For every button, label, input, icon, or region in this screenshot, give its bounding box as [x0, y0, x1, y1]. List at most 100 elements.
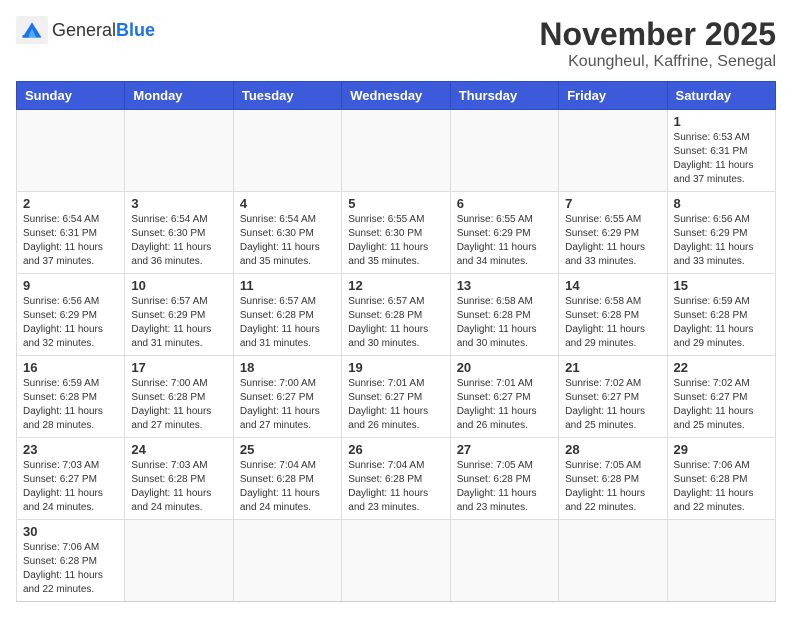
- calendar-cell: 11 Sunrise: 6:57 AM Sunset: 6:28 PM Dayli…: [233, 274, 341, 356]
- day-info: Sunrise: 6:54 AM Sunset: 6:31 PM Dayligh…: [23, 213, 118, 269]
- weekday-header-monday: Monday: [125, 82, 233, 110]
- calendar-cell: 2 Sunrise: 6:54 AM Sunset: 6:31 PM Daylig…: [17, 192, 125, 274]
- calendar-cell: 1 Sunrise: 6:53 AM Sunset: 6:31 PM Daylig…: [667, 110, 775, 192]
- calendar-cell: 18 Sunrise: 7:00 AM Sunset: 6:27 PM Dayli…: [233, 356, 341, 438]
- day-number: 16: [23, 360, 118, 375]
- day-number: 10: [131, 278, 226, 293]
- calendar-cell: 6 Sunrise: 6:55 AM Sunset: 6:29 PM Daylig…: [450, 192, 558, 274]
- calendar-cell: [559, 520, 667, 602]
- day-info: Sunrise: 6:56 AM Sunset: 6:29 PM Dayligh…: [674, 213, 769, 269]
- day-number: 14: [565, 278, 660, 293]
- page-header: GeneralBlue November 2025 Koungheul, Kaf…: [16, 16, 776, 71]
- calendar-cell: [559, 110, 667, 192]
- calendar-cell: 8 Sunrise: 6:56 AM Sunset: 6:29 PM Daylig…: [667, 192, 775, 274]
- calendar-cell: 12 Sunrise: 6:57 AM Sunset: 6:28 PM Dayli…: [342, 274, 450, 356]
- calendar-cell: [342, 110, 450, 192]
- day-info: Sunrise: 7:05 AM Sunset: 6:28 PM Dayligh…: [565, 459, 660, 515]
- day-number: 12: [348, 278, 443, 293]
- calendar-cell: 15 Sunrise: 6:59 AM Sunset: 6:28 PM Dayli…: [667, 274, 775, 356]
- day-info: Sunrise: 6:59 AM Sunset: 6:28 PM Dayligh…: [674, 295, 769, 351]
- day-number: 26: [348, 442, 443, 457]
- calendar-cell: 17 Sunrise: 7:00 AM Sunset: 6:28 PM Dayli…: [125, 356, 233, 438]
- calendar-cell: 9 Sunrise: 6:56 AM Sunset: 6:29 PM Daylig…: [17, 274, 125, 356]
- calendar-cell: 20Sunrise: 7:01 AM Sunset: 6:27 PM Dayli…: [450, 356, 558, 438]
- calendar-cell: 16 Sunrise: 6:59 AM Sunset: 6:28 PM Dayli…: [17, 356, 125, 438]
- calendar-cell: 13 Sunrise: 6:58 AM Sunset: 6:28 PM Dayli…: [450, 274, 558, 356]
- day-number: 13: [457, 278, 552, 293]
- calendar-cell: [233, 520, 341, 602]
- day-number: 9: [23, 278, 118, 293]
- calendar-cell: [450, 520, 558, 602]
- logo-blue: Blue: [116, 20, 155, 40]
- day-number: 2: [23, 196, 118, 211]
- day-info: Sunrise: 6:56 AM Sunset: 6:29 PM Dayligh…: [23, 295, 118, 351]
- calendar-week-row: 16 Sunrise: 6:59 AM Sunset: 6:28 PM Dayli…: [17, 356, 776, 438]
- calendar-week-row: 2 Sunrise: 6:54 AM Sunset: 6:31 PM Daylig…: [17, 192, 776, 274]
- day-info: Sunrise: 6:57 AM Sunset: 6:28 PM Dayligh…: [240, 295, 335, 351]
- weekday-header-thursday: Thursday: [450, 82, 558, 110]
- day-info: Sunrise: 7:00 AM Sunset: 6:27 PM Dayligh…: [240, 377, 335, 433]
- day-number: 15: [674, 278, 769, 293]
- calendar-cell: [342, 520, 450, 602]
- day-info: Sunrise: 7:05 AM Sunset: 6:28 PM Dayligh…: [457, 459, 552, 515]
- calendar-cell: 29Sunrise: 7:06 AM Sunset: 6:28 PM Dayli…: [667, 438, 775, 520]
- calendar-week-row: 1 Sunrise: 6:53 AM Sunset: 6:31 PM Daylig…: [17, 110, 776, 192]
- day-number: 4: [240, 196, 335, 211]
- calendar-cell: [125, 520, 233, 602]
- day-info: Sunrise: 7:06 AM Sunset: 6:28 PM Dayligh…: [23, 541, 118, 597]
- day-info: Sunrise: 6:58 AM Sunset: 6:28 PM Dayligh…: [565, 295, 660, 351]
- calendar-cell: 19 Sunrise: 7:01 AM Sunset: 6:27 PM Dayli…: [342, 356, 450, 438]
- day-number: 6: [457, 196, 552, 211]
- day-info: Sunrise: 7:00 AM Sunset: 6:28 PM Dayligh…: [131, 377, 226, 433]
- weekday-header-sunday: Sunday: [17, 82, 125, 110]
- title-section: November 2025 Koungheul, Kaffrine, Seneg…: [539, 16, 776, 71]
- weekday-header-tuesday: Tuesday: [233, 82, 341, 110]
- day-number: 19: [348, 360, 443, 375]
- day-number: 11: [240, 278, 335, 293]
- day-number: 30: [23, 524, 118, 539]
- location-subtitle: Koungheul, Kaffrine, Senegal: [539, 53, 776, 71]
- calendar-cell: 21 Sunrise: 7:02 AM Sunset: 6:27 PM Dayli…: [559, 356, 667, 438]
- calendar-week-row: 30 Sunrise: 7:06 AM Sunset: 6:28 PM Dayli…: [17, 520, 776, 602]
- day-number: 23: [23, 442, 118, 457]
- day-info: Sunrise: 6:57 AM Sunset: 6:28 PM Dayligh…: [348, 295, 443, 351]
- day-number: 24: [131, 442, 226, 457]
- calendar-week-row: 9 Sunrise: 6:56 AM Sunset: 6:29 PM Daylig…: [17, 274, 776, 356]
- calendar-cell: 10 Sunrise: 6:57 AM Sunset: 6:29 PM Dayli…: [125, 274, 233, 356]
- calendar-cell: 3Sunrise: 6:54 AM Sunset: 6:30 PM Daylig…: [125, 192, 233, 274]
- day-number: 25: [240, 442, 335, 457]
- day-info: Sunrise: 7:02 AM Sunset: 6:27 PM Dayligh…: [674, 377, 769, 433]
- day-number: 20: [457, 360, 552, 375]
- logo-icon: [16, 16, 48, 44]
- calendar-cell: 24Sunrise: 7:03 AM Sunset: 6:28 PM Dayli…: [125, 438, 233, 520]
- calendar-cell: 27Sunrise: 7:05 AM Sunset: 6:28 PM Dayli…: [450, 438, 558, 520]
- calendar-cell: 30 Sunrise: 7:06 AM Sunset: 6:28 PM Dayli…: [17, 520, 125, 602]
- logo-text: GeneralBlue: [52, 20, 155, 41]
- day-number: 1: [674, 114, 769, 129]
- day-number: 22: [674, 360, 769, 375]
- calendar-cell: 28Sunrise: 7:05 AM Sunset: 6:28 PM Dayli…: [559, 438, 667, 520]
- calendar-cell: [233, 110, 341, 192]
- day-number: 18: [240, 360, 335, 375]
- calendar-week-row: 23Sunrise: 7:03 AM Sunset: 6:27 PM Dayli…: [17, 438, 776, 520]
- day-info: Sunrise: 7:04 AM Sunset: 6:28 PM Dayligh…: [348, 459, 443, 515]
- calendar-table: SundayMondayTuesdayWednesdayThursdayFrid…: [16, 81, 776, 602]
- day-number: 29: [674, 442, 769, 457]
- calendar-cell: 7Sunrise: 6:55 AM Sunset: 6:29 PM Daylig…: [559, 192, 667, 274]
- day-info: Sunrise: 6:55 AM Sunset: 6:30 PM Dayligh…: [348, 213, 443, 269]
- day-info: Sunrise: 6:57 AM Sunset: 6:29 PM Dayligh…: [131, 295, 226, 351]
- day-info: Sunrise: 6:58 AM Sunset: 6:28 PM Dayligh…: [457, 295, 552, 351]
- day-info: Sunrise: 7:01 AM Sunset: 6:27 PM Dayligh…: [348, 377, 443, 433]
- day-info: Sunrise: 6:53 AM Sunset: 6:31 PM Dayligh…: [674, 131, 769, 187]
- day-info: Sunrise: 7:02 AM Sunset: 6:27 PM Dayligh…: [565, 377, 660, 433]
- day-number: 8: [674, 196, 769, 211]
- day-info: Sunrise: 6:55 AM Sunset: 6:29 PM Dayligh…: [565, 213, 660, 269]
- day-info: Sunrise: 6:59 AM Sunset: 6:28 PM Dayligh…: [23, 377, 118, 433]
- weekday-header-row: SundayMondayTuesdayWednesdayThursdayFrid…: [17, 82, 776, 110]
- day-number: 21: [565, 360, 660, 375]
- calendar-cell: [667, 520, 775, 602]
- day-number: 17: [131, 360, 226, 375]
- day-info: Sunrise: 6:55 AM Sunset: 6:29 PM Dayligh…: [457, 213, 552, 269]
- day-number: 5: [348, 196, 443, 211]
- logo: GeneralBlue: [16, 16, 155, 44]
